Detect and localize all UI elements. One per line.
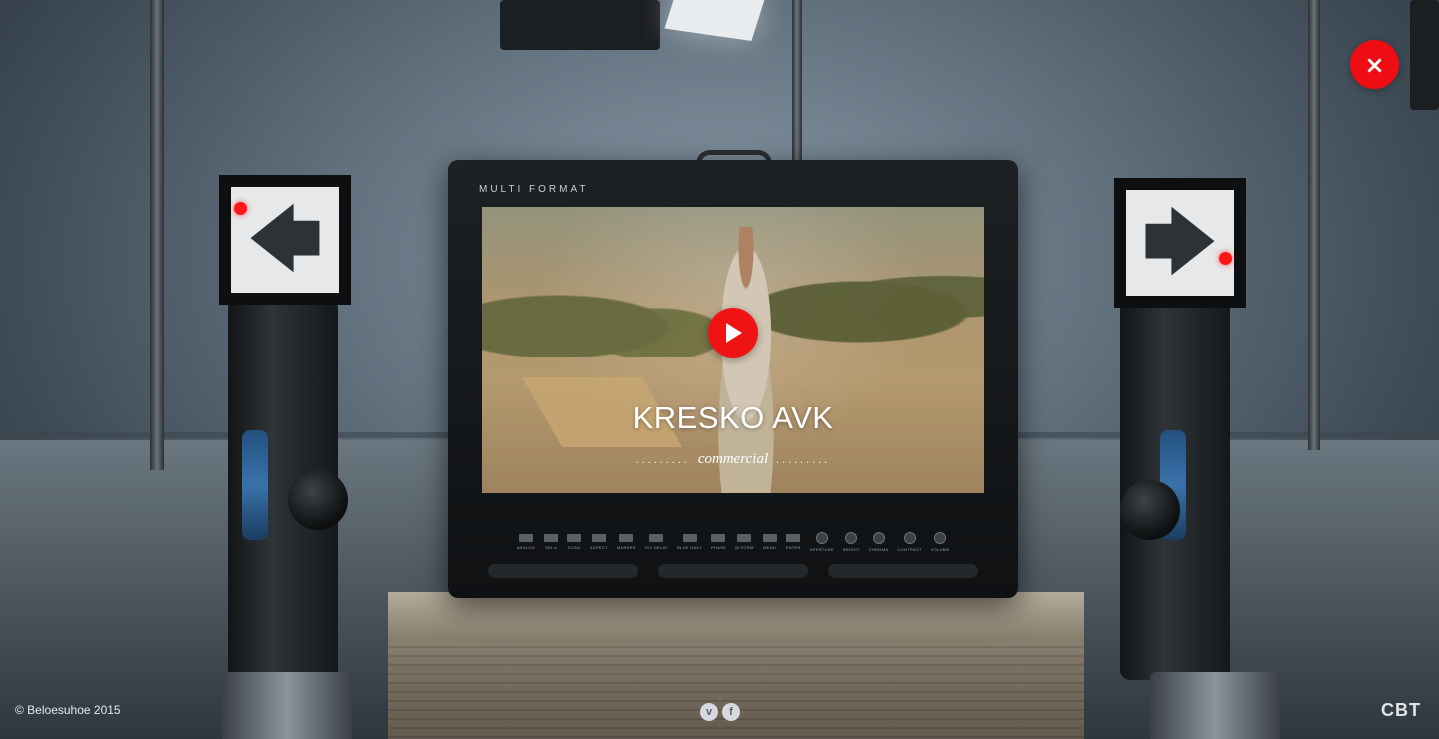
monitor-control-label: MENU <box>763 545 777 550</box>
monitor-control: APERTURE <box>810 532 834 552</box>
play-icon <box>726 323 742 343</box>
site-logo[interactable]: CBT <box>1381 700 1421 721</box>
monitor-control: W-FORM <box>735 534 754 550</box>
monitor-control-label: SCAN <box>567 545 581 550</box>
monitor-control-label: BRIGHT <box>842 547 860 552</box>
nav-indicator-dot <box>1219 252 1232 265</box>
close-button[interactable]: × <box>1350 40 1399 89</box>
nav-indicator-dot <box>234 202 247 215</box>
copyright-text: © Beloesuhoe 2015 <box>15 703 121 717</box>
monitor-control: BRIGHT <box>843 532 860 552</box>
prev-button[interactable]: 🡄 <box>219 175 351 305</box>
monitor-control: ANALOG <box>517 534 535 550</box>
monitor-control: SCAN <box>567 534 582 550</box>
wooden-crate-top <box>388 592 1084 642</box>
monitor-control: MARKER <box>617 534 636 550</box>
next-button[interactable]: 🡆 <box>1114 178 1246 308</box>
close-icon: × <box>1364 50 1385 79</box>
arrow-right-icon: 🡆 <box>1141 200 1219 286</box>
studio-softbox <box>664 0 766 42</box>
monitor-control-label: ENTER <box>785 545 801 550</box>
left-clamp <box>228 280 348 680</box>
monitor-control: VOLUME <box>931 532 950 552</box>
monitor-control-label: CHROMA <box>868 547 889 552</box>
light-stand <box>1308 0 1320 450</box>
facebook-icon[interactable]: f <box>722 703 740 721</box>
light-stand <box>792 0 802 160</box>
right-clamp-base <box>1150 672 1280 739</box>
video-subtitle: commercial <box>697 451 769 467</box>
monitor-control-panel: ANALOG SDI-A SCAN ASPECT MARKER H/V DELAY BLUE… <box>482 522 984 562</box>
monitor-control: CHROMA <box>869 532 889 552</box>
monitor-control: ENTER <box>786 534 801 550</box>
monitor-control-label: MARKER <box>616 545 636 550</box>
studio-lamp <box>1410 0 1439 110</box>
studio-lamp <box>500 0 660 50</box>
light-stand <box>150 0 164 470</box>
monitor-control-label: PHASE <box>710 545 727 550</box>
monitor: MULTI FORMAT KRESKO AVK ......... commerc… <box>448 160 1018 598</box>
monitor-feet <box>488 564 978 582</box>
monitor-control-label: H/V DELAY <box>644 545 669 550</box>
right-clamp <box>1120 280 1230 680</box>
monitor-control: MENU <box>762 534 777 550</box>
monitor-control: SDI-A <box>544 534 559 550</box>
monitor-control-label: ANALOG <box>516 545 536 550</box>
monitor-control: H/V DELAY <box>645 534 668 550</box>
monitor-control-label: ASPECT <box>590 545 608 550</box>
play-button[interactable] <box>708 308 758 358</box>
monitor-brand: MULTI FORMAT <box>479 184 589 195</box>
left-clamp-base <box>222 672 352 739</box>
video-subtitle-row: ......... commercial......... <box>635 451 831 467</box>
monitor-control: ASPECT <box>590 534 608 550</box>
video-title: KRESKO AVK <box>632 400 834 435</box>
social-links: v f <box>700 703 740 721</box>
monitor-control-label: VOLUME <box>930 547 950 552</box>
monitor-control: BLUE ONLY <box>677 534 702 550</box>
video-thumbnail[interactable]: KRESKO AVK ......... commercial......... <box>482 207 984 493</box>
monitor-control-label: CONTRAST <box>897 547 922 552</box>
arrow-left-icon: 🡄 <box>246 197 324 283</box>
monitor-control-label: BLUE ONLY <box>677 545 702 550</box>
vimeo-icon[interactable]: v <box>700 703 718 721</box>
monitor-control-label: SDI-A <box>544 545 558 550</box>
monitor-control: CONTRAST <box>897 532 921 552</box>
monitor-control: PHASE <box>711 534 726 550</box>
monitor-control-label: W-FORM <box>735 545 754 550</box>
monitor-control-label: APERTURE <box>809 547 834 552</box>
